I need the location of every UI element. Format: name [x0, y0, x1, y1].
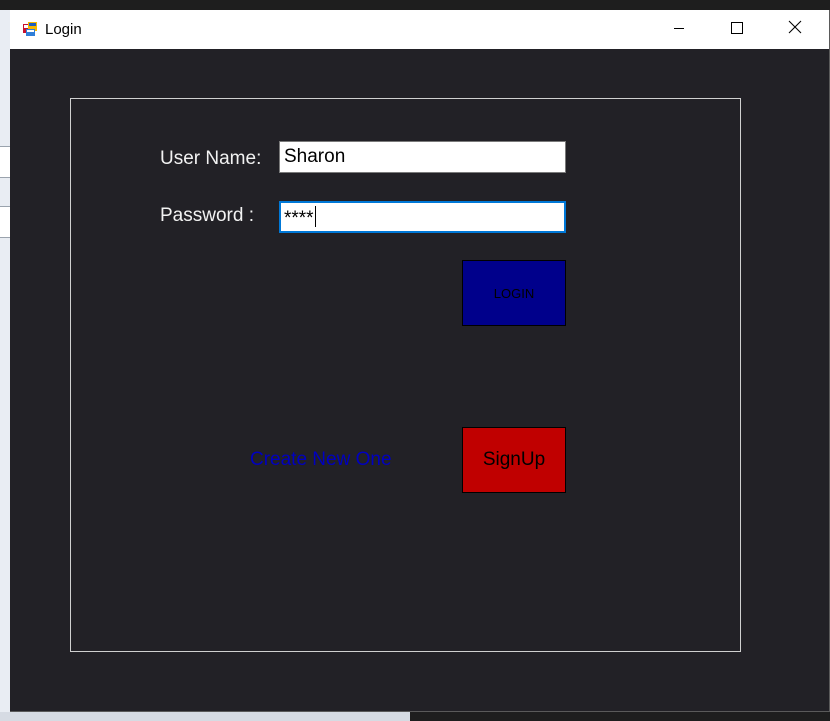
login-window: Login User Name: Sharon Password : ****: [10, 10, 830, 712]
background-window-edge: [0, 712, 410, 721]
login-button-label: LOGIN: [493, 285, 535, 301]
close-button[interactable]: [766, 10, 824, 49]
password-label: Password :: [160, 205, 254, 226]
background-field: [0, 206, 10, 238]
maximize-icon: [731, 21, 743, 39]
title-bar[interactable]: Login: [10, 10, 829, 49]
username-input[interactable]: Sharon: [279, 141, 566, 173]
password-input[interactable]: ****: [279, 201, 566, 233]
background-field: [0, 146, 10, 178]
windows-forms-app-icon: [22, 21, 38, 37]
close-icon: [788, 20, 802, 39]
signup-button-label: SignUp: [482, 449, 546, 470]
username-label: User Name:: [160, 148, 262, 169]
login-groupbox: User Name: Sharon Password : **** LOGIN …: [70, 98, 741, 652]
background-window-edge: [0, 10, 10, 721]
minimize-button[interactable]: [650, 10, 708, 49]
username-value: Sharon: [284, 146, 346, 167]
login-button[interactable]: LOGIN: [462, 260, 566, 326]
desktop-background: [0, 0, 830, 10]
create-new-account-link[interactable]: Create New One: [250, 449, 392, 471]
text-caret: [314, 206, 316, 227]
minimize-icon: [673, 21, 685, 39]
maximize-button[interactable]: [708, 10, 766, 49]
signup-button[interactable]: SignUp: [462, 427, 566, 493]
window-title: Login: [45, 21, 82, 38]
password-value: ****: [284, 208, 314, 229]
